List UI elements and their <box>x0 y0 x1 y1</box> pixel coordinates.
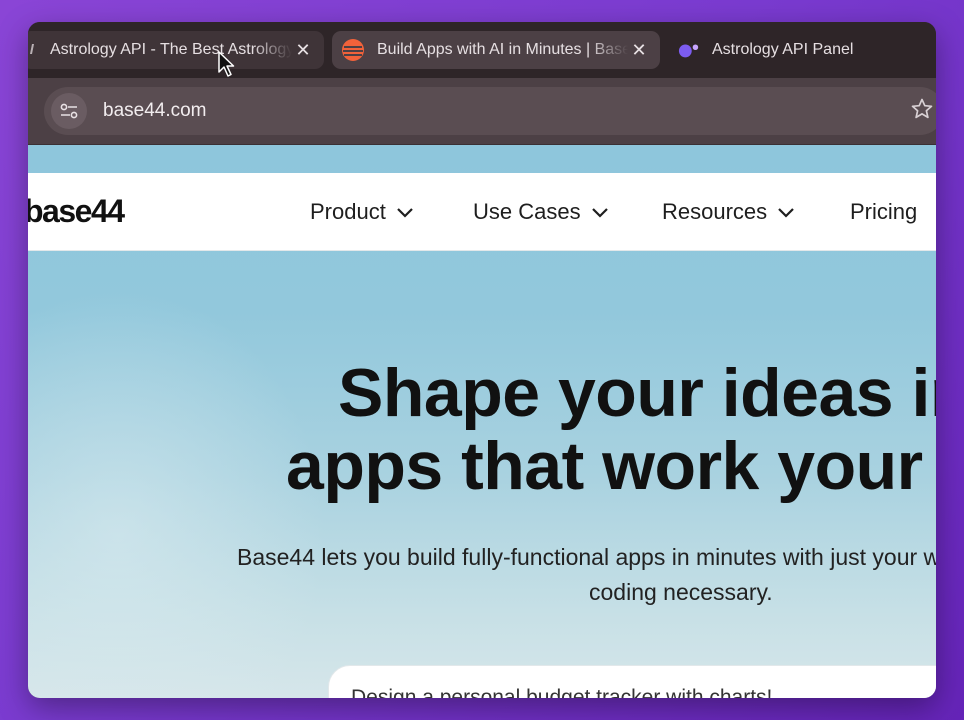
tab-base44[interactable]: Build Apps with AI in Minutes | Base44 ✕ <box>332 31 660 69</box>
tab-title: Astrology API Panel <box>712 41 854 58</box>
nav-use-cases[interactable]: Use Cases <box>473 199 609 225</box>
prompt-input[interactable]: Design a personal budget tracker with ch… <box>328 665 936 698</box>
tab-strip: Astrology API - The Best Astrology API ✕… <box>28 22 936 78</box>
astrology-icon <box>28 39 44 61</box>
nav-label: Use Cases <box>473 199 581 224</box>
nav-label: Resources <box>662 199 768 224</box>
prompt-placeholder: Design a personal budget tracker with ch… <box>351 686 773 698</box>
nav-pricing[interactable]: Pricing <box>850 199 917 225</box>
nav-label: Product <box>310 199 386 224</box>
astrology-panel-icon <box>678 39 700 61</box>
url-text: base44.com <box>103 100 207 121</box>
browser-window: Astrology API - The Best Astrology API ✕… <box>28 22 936 698</box>
close-tab-icon[interactable]: ✕ <box>628 39 650 61</box>
site-navbar: base44 Product Use Cases Resources Prici… <box>28 173 936 251</box>
nav-label: Pricing <box>850 199 918 224</box>
site-logo[interactable]: base44 <box>28 193 125 230</box>
tab-astrology-panel[interactable]: Astrology API Panel <box>670 31 936 69</box>
bookmark-star-icon[interactable] <box>910 97 934 121</box>
nav-resources[interactable]: Resources <box>662 199 795 225</box>
hero-title: Shape your ideas into apps that work you… <box>286 357 936 503</box>
tab-astrology-api[interactable]: Astrology API - The Best Astrology API ✕ <box>28 31 324 69</box>
chevron-down-icon <box>778 208 794 218</box>
nav-product[interactable]: Product <box>310 199 414 225</box>
hero-subtitle-line2: coding necessary. <box>589 579 773 605</box>
browser-toolbar: base44.com <box>28 78 936 145</box>
address-bar[interactable]: base44.com <box>44 87 936 135</box>
hero-subtitle-line1: Base44 lets you build fully-functional a… <box>237 544 936 570</box>
close-tab-icon[interactable]: ✕ <box>292 39 314 61</box>
hero-title-line1: Shape your ideas into <box>338 355 936 431</box>
page-viewport: base44 Product Use Cases Resources Prici… <box>28 145 936 698</box>
hero-subtitle: Base44 lets you build fully-functional a… <box>237 540 936 610</box>
chevron-down-icon <box>591 208 608 218</box>
hero-title-line2: apps that work your way <box>286 428 936 504</box>
mouse-pointer-icon <box>217 50 235 78</box>
base44-logo-icon <box>342 39 364 61</box>
tab-title: Build Apps with AI in Minutes | Base44 <box>377 41 628 59</box>
tab-title: Astrology API - The Best Astrology API <box>50 41 292 59</box>
chevron-down-icon <box>397 208 413 218</box>
site-settings-icon[interactable] <box>51 93 87 129</box>
